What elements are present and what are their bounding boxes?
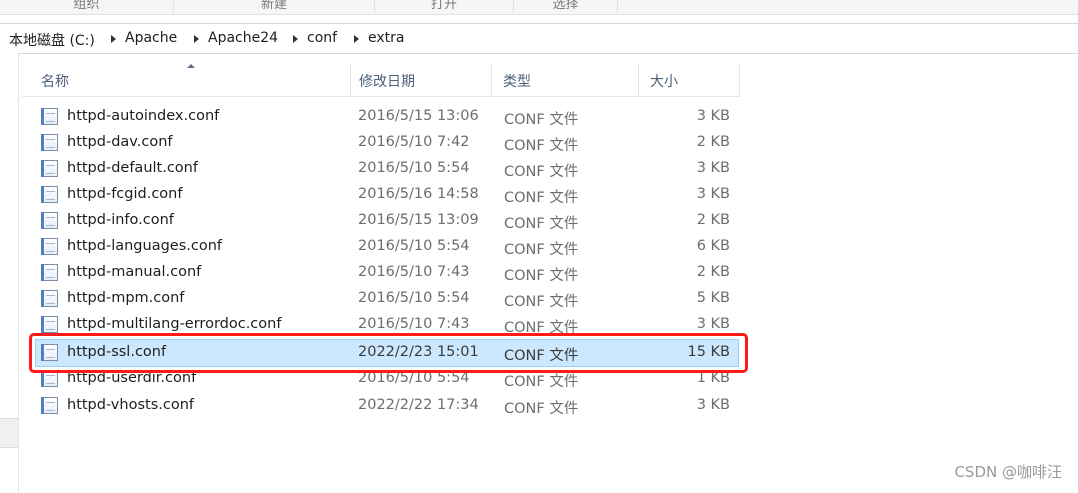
file-date: 2016/5/15 13:09 [358,212,479,228]
breadcrumb-extra[interactable]: extra [368,30,404,46]
file-name: httpd-dav.conf [67,134,173,150]
file-date: 2016/5/10 7:43 [358,264,470,280]
breadcrumb-chevron-icon[interactable] [111,35,116,43]
file-row[interactable]: httpd-dav.conf 2016/5/10 7:42 CONF 文件 2 … [36,130,738,156]
file-type: CONF 文件 [504,164,579,180]
file-type: CONF 文件 [504,401,579,417]
file-type: CONF 文件 [504,374,579,390]
highlight-annotation [29,333,748,373]
ribbon-group-new[interactable]: 新建 [174,0,375,13]
file-size: 5 KB [696,290,730,306]
header-divider [22,96,740,97]
breadcrumb-apache24[interactable]: Apache24 [208,30,278,46]
file-name: httpd-info.conf [67,212,174,228]
address-bar[interactable]: 本地磁盘 (C:) Apache Apache24 conf extra [0,23,1078,54]
file-row[interactable]: httpd-fcgid.conf 2016/5/16 14:58 CONF 文件… [36,182,738,208]
file-date: 2016/5/10 7:43 [358,316,470,332]
column-header-type-label: 类型 [503,74,531,90]
file-name: httpd-languages.conf [67,238,223,254]
conf-file-icon [41,316,58,333]
file-row[interactable]: httpd-info.conf 2016/5/15 13:09 CONF 文件 … [36,208,738,234]
breadcrumb-apache[interactable]: Apache [125,30,177,46]
ribbon-group-open[interactable]: 打开 [375,0,514,13]
file-type: CONF 文件 [504,190,579,206]
file-size: 3 KB [696,316,730,332]
file-size: 6 KB [696,238,730,254]
column-header-type[interactable]: 类型 [497,63,639,96]
file-date: 2016/5/10 5:54 [358,238,470,254]
conf-file-icon [41,264,58,281]
file-name: httpd-vhosts.conf [67,397,194,413]
file-name: httpd-manual.conf [67,264,202,280]
file-size: 2 KB [696,264,730,280]
conf-file-icon [41,397,58,414]
file-name: httpd-multilang-errordoc.conf [67,316,282,332]
conf-file-icon [41,290,58,307]
ribbon-group-select[interactable]: 选择 [514,0,618,13]
file-size: 3 KB [696,160,730,176]
file-date: 2016/5/10 5:54 [358,160,470,176]
file-name: httpd-autoindex.conf [67,108,220,124]
file-row[interactable]: httpd-languages.conf 2016/5/10 5:54 CONF… [36,234,738,260]
file-type: CONF 文件 [504,138,579,154]
file-date: 2022/2/22 17:34 [358,397,479,413]
file-size: 3 KB [696,108,730,124]
breadcrumb-chevron-icon[interactable] [194,35,199,43]
file-date: 2016/5/10 7:42 [358,134,470,150]
file-size: 2 KB [696,134,730,150]
ribbon: 组织 新建 打开 选择 [0,0,1078,15]
column-header-date-label: 修改日期 [359,74,415,90]
breadcrumb-local-disk[interactable]: 本地磁盘 (C:) [9,30,95,50]
file-date: 2016/5/15 13:06 [358,108,479,124]
file-type: CONF 文件 [504,294,579,310]
conf-file-icon [41,212,58,229]
column-header-date[interactable]: 修改日期 [353,63,492,96]
watermark: CSDN @咖啡汪 [954,463,1062,481]
file-size: 3 KB [696,186,730,202]
file-type: CONF 文件 [504,216,579,232]
file-date: 2016/5/16 14:58 [358,186,479,202]
file-name: httpd-fcgid.conf [67,186,183,202]
conf-file-icon [41,134,58,151]
ribbon-group-organize[interactable]: 组织 [0,0,174,13]
file-name: httpd-default.conf [67,160,198,176]
file-date: 2016/5/10 5:54 [358,290,470,306]
file-name: httpd-mpm.conf [67,290,185,306]
file-row[interactable]: httpd-mpm.conf 2016/5/10 5:54 CONF 文件 5 … [36,286,738,312]
file-row[interactable]: httpd-vhosts.conf 2022/2/22 17:34 CONF 文… [36,393,738,419]
conf-file-icon [41,108,58,125]
column-header-size-label: 大小 [650,74,678,90]
navigation-pane-item[interactable] [0,418,18,448]
conf-file-icon [41,160,58,177]
breadcrumb-conf[interactable]: conf [307,30,337,46]
file-size: 3 KB [696,397,730,413]
sort-ascending-icon [187,64,195,68]
file-row[interactable]: httpd-manual.conf 2016/5/10 7:43 CONF 文件… [36,260,738,286]
file-type: CONF 文件 [504,268,579,284]
file-type: CONF 文件 [504,112,579,128]
file-row[interactable]: httpd-autoindex.conf 2016/5/15 13:06 CON… [36,104,738,130]
breadcrumb-chevron-icon[interactable] [354,35,359,43]
file-row[interactable]: httpd-default.conf 2016/5/10 5:54 CONF 文… [36,156,738,182]
column-header-name-label: 名称 [41,74,69,90]
column-header-size[interactable]: 大小 [644,63,740,96]
conf-file-icon [41,186,58,203]
conf-file-icon [41,238,58,255]
breadcrumb-chevron-icon[interactable] [293,35,298,43]
file-type: CONF 文件 [504,242,579,258]
file-size: 2 KB [696,212,730,228]
